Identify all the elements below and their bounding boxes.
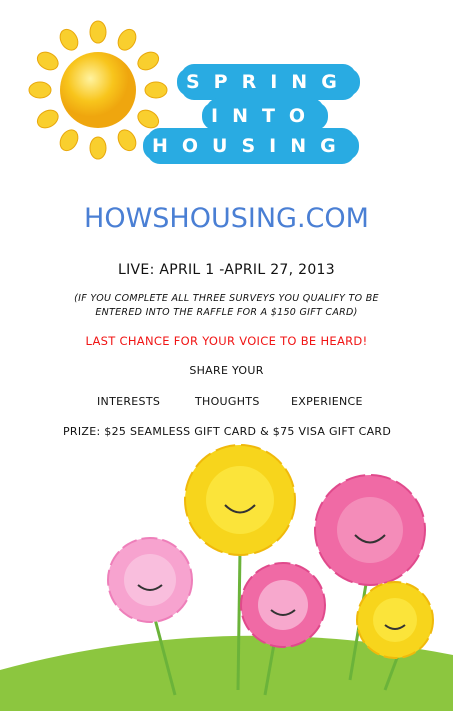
flowers-illustration bbox=[0, 444, 453, 711]
title-spring: SPRING bbox=[180, 67, 360, 97]
title-into: INTO bbox=[205, 101, 328, 131]
pink-flower-right bbox=[314, 474, 426, 586]
last-chance: LAST CHANCE FOR YOUR VOICE TO BE HEARD! bbox=[85, 334, 368, 348]
title-line-1: SPRING bbox=[180, 67, 357, 97]
share-thoughts: THOUGHTS bbox=[195, 395, 260, 408]
title-line-3: HOUSING bbox=[146, 131, 356, 161]
share-your: SHARE YOUR bbox=[189, 364, 264, 377]
raffle-text-1: (IF YOU COMPLETE ALL THREE SURVEYS YOU Q… bbox=[74, 293, 379, 304]
yellow-flower-large bbox=[184, 444, 296, 556]
title-housing: HOUSING bbox=[146, 131, 359, 161]
raffle-text-2: ENTERED INTO THE RAFFLE FOR A $150 GIFT … bbox=[95, 307, 358, 318]
title-line-2: INTO bbox=[205, 101, 326, 131]
prize-text: PRIZE: $25 SEAMLESS GIFT CARD & $75 VISA… bbox=[63, 425, 392, 438]
live-dates: LIVE: APRIL 1 -APRIL 27, 2013 bbox=[118, 262, 335, 278]
pink-flower-middle bbox=[240, 562, 326, 648]
share-interests: INTERESTS bbox=[97, 395, 161, 408]
share-experience: EXPERIENCE bbox=[291, 395, 363, 408]
pink-flower-left bbox=[107, 537, 193, 623]
yellow-flower-small bbox=[356, 581, 434, 659]
website-link[interactable]: HOWSHOUSING.COM bbox=[0, 203, 453, 234]
